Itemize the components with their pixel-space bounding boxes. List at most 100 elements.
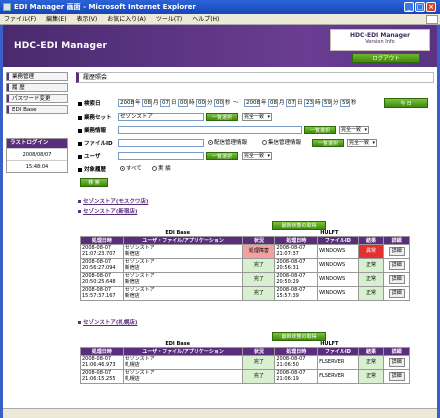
search-date-label: 検索日 bbox=[78, 99, 101, 107]
cell-user-file: セゾンストア 札幌店 bbox=[122, 355, 244, 370]
version-title: HDC-EDI Manager bbox=[349, 32, 411, 39]
to-second-input[interactable]: 59 bbox=[340, 99, 350, 107]
menu-tools[interactable]: ツール(T) bbox=[152, 14, 186, 25]
cell-hulft-time: 2008-08-07 20:56:31 bbox=[274, 258, 319, 273]
cell-proc-time: 2008-08-07 21:06:46.973 bbox=[80, 355, 124, 370]
bullet-bar-icon bbox=[7, 84, 9, 91]
month-unit: 月 bbox=[153, 100, 159, 106]
file-id-list-button[interactable]: 一覧選択 bbox=[312, 139, 344, 147]
business-info-match-select[interactable]: 完全一致 bbox=[339, 126, 369, 134]
bullet-bar-icon bbox=[7, 73, 9, 80]
radio-icon bbox=[262, 140, 267, 145]
table-row: 2008-08-07 21:07:23.707 セゾンストア 新宿店 処理障害 2008… bbox=[80, 244, 410, 259]
cell-detail: 詳細 bbox=[383, 258, 410, 273]
store-link-shinjuku[interactable]: セゾンストア(新宿店) bbox=[78, 207, 137, 215]
cell-detail: 詳細 bbox=[383, 286, 410, 301]
to-year-input[interactable]: 2008 bbox=[244, 99, 260, 107]
table-row: 2008-08-07 21:06:15.255 セゾンストア 札幌店 完了 2008-0… bbox=[80, 369, 410, 384]
business-info-input[interactable] bbox=[118, 126, 302, 134]
cell-file-id: WINDOWS bbox=[317, 286, 359, 301]
logout-button[interactable]: ログアウト bbox=[352, 53, 420, 63]
version-sub: Version Info bbox=[365, 39, 395, 45]
today-button[interactable]: 今 日 bbox=[384, 98, 428, 108]
detail-button[interactable]: 詳細 bbox=[388, 247, 405, 256]
from-month-input[interactable]: 08 bbox=[142, 99, 152, 107]
minimize-button[interactable]: _ bbox=[404, 2, 414, 12]
store-link-sapporo[interactable]: セゾンストア(札幌店) bbox=[78, 318, 137, 326]
col-proc-time: 処理日時 bbox=[80, 347, 124, 356]
menu-edit[interactable]: 編集(E) bbox=[42, 14, 70, 25]
close-button[interactable]: × bbox=[426, 2, 436, 12]
business-set-match-select[interactable]: 完全一致 bbox=[242, 113, 272, 121]
col-proc-time: 処理日時 bbox=[274, 236, 319, 245]
menu-help[interactable]: ヘルプ(H) bbox=[188, 14, 223, 25]
from-minute-input[interactable]: 00 bbox=[196, 99, 206, 107]
menu-file[interactable]: ファイル(F) bbox=[0, 14, 40, 25]
range-separator: ～ bbox=[233, 100, 239, 106]
cell-proc-time: 2008-08-07 15:57:37.167 bbox=[80, 286, 124, 301]
sidebar-item-business[interactable]: 業務管理 bbox=[6, 72, 68, 81]
col-proc-time: 処理日時 bbox=[80, 236, 124, 245]
col-file-id: ファイルID bbox=[317, 236, 359, 245]
menu-view[interactable]: 表示(V) bbox=[72, 14, 101, 25]
detail-button[interactable]: 詳細 bbox=[388, 275, 405, 284]
bullet-icon bbox=[78, 210, 81, 213]
detail-button[interactable]: 詳細 bbox=[388, 372, 405, 381]
radio-collect[interactable]: 集信管理情報 bbox=[262, 139, 301, 147]
history-table-sapporo: EDI Base HULFT 処理日時 ユーザ・ファイル/アプリケーション 状況… bbox=[80, 341, 410, 384]
sidebar-item-password[interactable]: パスワード変更 bbox=[6, 94, 68, 103]
status-bar bbox=[3, 408, 437, 418]
last-login-date: 2008/08/07 bbox=[7, 148, 67, 160]
cell-detail: 詳細 bbox=[383, 369, 410, 384]
cell-user-file: セゾンストア 新宿店 bbox=[122, 286, 244, 301]
sidebar-item-label: 履 歴 bbox=[12, 85, 25, 91]
to-hour-input[interactable]: 23 bbox=[304, 99, 314, 107]
cell-hulft-time: 2008-08-07 20:50:29 bbox=[274, 272, 319, 287]
cell-status: 完了 bbox=[242, 355, 276, 370]
bullet-icon bbox=[78, 167, 82, 172]
search-button[interactable]: 検 索 bbox=[80, 178, 108, 187]
cell-status: 完了 bbox=[242, 272, 276, 287]
refresh-button[interactable]: 最新状態の取得 bbox=[272, 221, 326, 230]
to-day-input[interactable]: 07 bbox=[286, 99, 296, 107]
sidebar-item-edibase[interactable]: EDI Base bbox=[6, 105, 68, 114]
radio-real[interactable]: 実 績 bbox=[152, 165, 171, 173]
user-list-button[interactable]: 一覧選択 bbox=[206, 152, 238, 160]
business-set-input[interactable]: セゾンストア bbox=[118, 113, 204, 121]
from-day-input[interactable]: 07 bbox=[160, 99, 170, 107]
store-link-moscow[interactable]: セゾンストア(モスクワ店) bbox=[78, 197, 148, 205]
day-unit: 日 bbox=[171, 100, 177, 106]
detail-button[interactable]: 詳細 bbox=[388, 261, 405, 270]
user-match-select[interactable]: 完全一致 bbox=[242, 152, 272, 160]
cell-proc-time: 2008-08-07 21:06:15.255 bbox=[80, 369, 124, 384]
sidebar-item-history[interactable]: 履 歴 bbox=[6, 83, 68, 92]
business-info-list-button[interactable]: 一覧選択 bbox=[304, 126, 336, 134]
col-result: 結果 bbox=[357, 347, 385, 356]
radio-all[interactable]: すべて bbox=[120, 165, 142, 173]
cell-file-id: FLSERVER bbox=[317, 355, 359, 370]
cell-user-file: セゾンストア 新宿店 bbox=[122, 258, 244, 273]
cell-result: 異常 bbox=[357, 244, 385, 259]
to-month-input[interactable]: 08 bbox=[268, 99, 278, 107]
hour-unit: 時 bbox=[315, 100, 321, 106]
user-input[interactable] bbox=[118, 152, 204, 160]
file-id-match-select[interactable]: 完全一致 bbox=[347, 139, 377, 147]
refresh-button[interactable]: 最新状態の取得 bbox=[272, 332, 326, 341]
business-set-label: 業務セット bbox=[78, 113, 112, 121]
business-set-list-button[interactable]: 一覧選択 bbox=[206, 113, 238, 121]
from-second-input[interactable]: 00 bbox=[214, 99, 224, 107]
col-status: 状況 bbox=[242, 347, 276, 356]
detail-button[interactable]: 詳細 bbox=[388, 289, 405, 298]
version-info-box[interactable]: HDC-EDI Manager Version Info bbox=[330, 29, 430, 51]
menu-favorites[interactable]: お気に入り(A) bbox=[103, 14, 150, 25]
col-file-id: ファイルID bbox=[317, 347, 359, 356]
cell-hulft-time: 2008-08-07 21:06:19 bbox=[274, 369, 319, 384]
from-hour-input[interactable]: 00 bbox=[178, 99, 188, 107]
from-year-input[interactable]: 2008 bbox=[118, 99, 134, 107]
file-id-input[interactable] bbox=[118, 139, 204, 147]
last-login-label: ラストログイン bbox=[7, 139, 67, 148]
to-minute-input[interactable]: 59 bbox=[322, 99, 332, 107]
radio-delivery[interactable]: 配信管理情報 bbox=[208, 139, 247, 147]
detail-button[interactable]: 詳細 bbox=[388, 358, 405, 367]
maximize-button[interactable]: □ bbox=[415, 2, 425, 12]
